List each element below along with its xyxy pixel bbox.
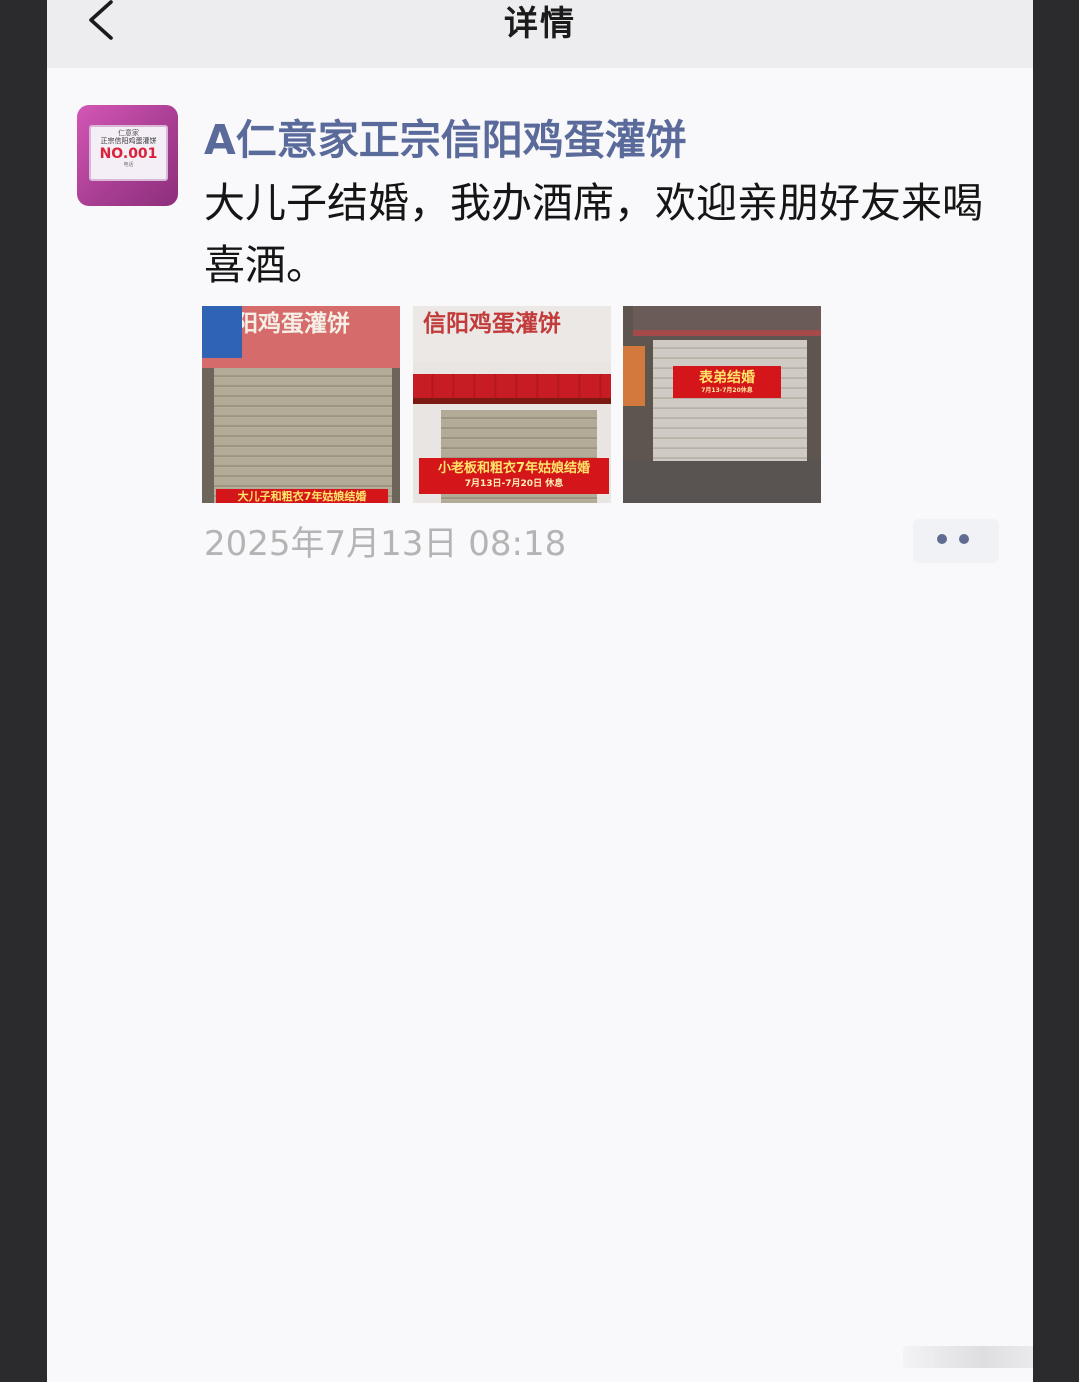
photo-banner-subtitle: 7月13-7月20休息	[701, 387, 753, 394]
more-dot-icon	[959, 534, 969, 544]
nav-bar: 详情	[47, 0, 1033, 68]
post-photo-1[interactable]: 信阳鸡蛋灌饼 大儿子和粗衣7年姑娘结婚	[202, 306, 400, 503]
photo-banner: 大儿子和粗衣7年姑娘结婚	[216, 489, 388, 503]
more-actions-button[interactable]	[913, 519, 999, 563]
watermark	[903, 1346, 1033, 1368]
avatar-brand: 仁意家	[118, 129, 139, 137]
photo-banner-subtitle: 7月13日-7月20日 休息	[464, 479, 564, 489]
post-timestamp: 2025年7月13日 08:18	[204, 524, 567, 564]
more-dot-icon	[937, 534, 947, 544]
photo-blue-panel	[202, 306, 242, 358]
avatar-shop-name: 正宗信阳鸡蛋灌饼	[100, 137, 157, 145]
photo-banner: 表弟结婚 7月13-7月20休息	[673, 366, 781, 398]
avatar-phone: 电话	[123, 162, 134, 168]
photo-light	[623, 346, 645, 406]
avatar[interactable]: 仁意家 正宗信阳鸡蛋灌饼 NO.001 电话	[77, 105, 178, 206]
photo-awning	[413, 374, 611, 404]
avatar-logo-card: 仁意家 正宗信阳鸡蛋灌饼 NO.001 电话	[89, 125, 168, 181]
author-name[interactable]: A仁意家正宗信阳鸡蛋灌饼	[204, 106, 687, 166]
page-title: 详情	[504, 4, 576, 44]
post-photo-2[interactable]: 信阳鸡蛋灌饼 小老板和粗衣7年姑娘结婚 7月13日-7月20日 休息	[413, 306, 611, 503]
photo-shop-sign: 信阳鸡蛋灌饼	[413, 306, 611, 362]
photo-banner: 小老板和粗衣7年姑娘结婚 7月13日-7月20日 休息	[419, 458, 609, 494]
photo-roof	[633, 306, 821, 336]
photo-shutter	[653, 340, 807, 463]
photo-banner-title: 表弟结婚	[699, 370, 755, 386]
avatar-number: NO.001	[99, 146, 158, 162]
phone-screen: 详情 仁意家 正宗信阳鸡蛋灌饼 NO.001 电话 A仁意家正宗信阳鸡蛋灌饼 大…	[47, 0, 1033, 1382]
post-photo-3[interactable]: 表弟结婚 7月13-7月20休息	[623, 306, 821, 503]
post-text: 大儿子结婚，我办酒席，欢迎亲朋好友来喝喜酒。	[204, 179, 983, 289]
photo-shutter	[214, 368, 392, 503]
photo-banner-title: 小老板和粗衣7年姑娘结婚	[437, 461, 591, 476]
photo-ground	[623, 461, 821, 503]
